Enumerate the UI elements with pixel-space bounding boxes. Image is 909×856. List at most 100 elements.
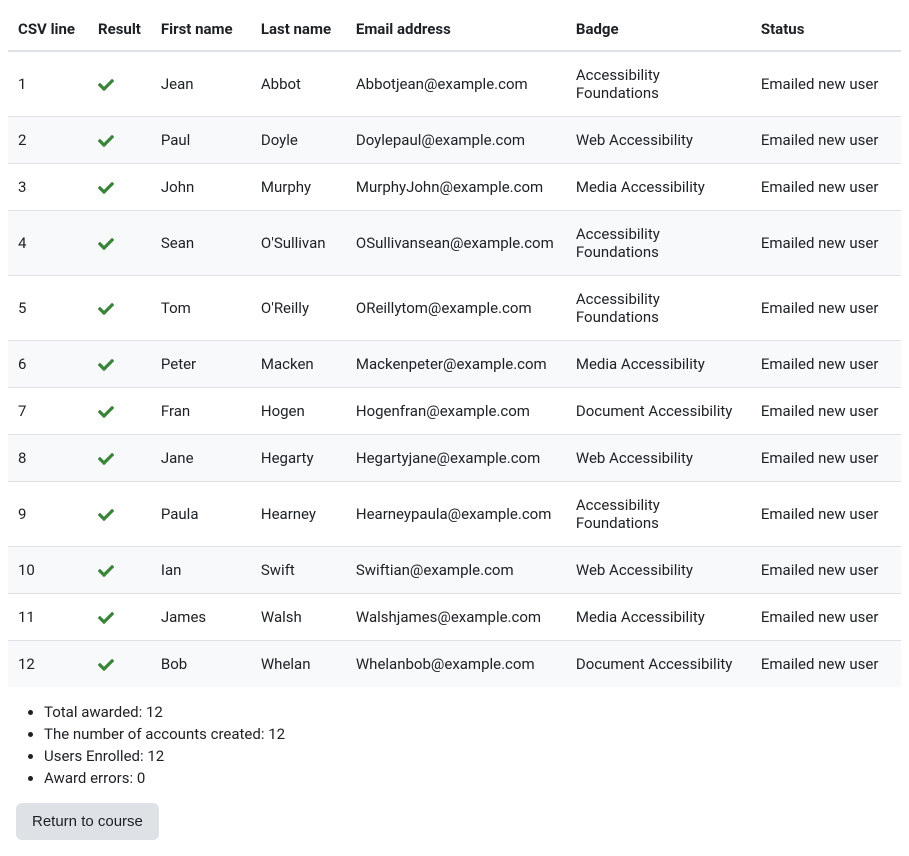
summary-label: Award errors: [44, 769, 137, 787]
cell-first-name: Jane [151, 435, 251, 482]
col-first-name: First name [151, 8, 251, 51]
cell-csv-line: 1 [8, 51, 88, 117]
cell-badge: Web Accessibility [566, 547, 751, 594]
cell-email: Hogenfran@example.com [346, 388, 566, 435]
cell-badge: Document Accessibility [566, 641, 751, 688]
check-icon [98, 77, 114, 93]
cell-result [88, 482, 151, 547]
cell-first-name: Paul [151, 117, 251, 164]
cell-first-name: Fran [151, 388, 251, 435]
table-row: 8 JaneHegartyHegartyjane@example.comWeb A… [8, 435, 901, 482]
table-row: 9 PaulaHearneyHearneypaula@example.comAcc… [8, 482, 901, 547]
check-icon [98, 301, 114, 317]
cell-email: Hegartyjane@example.com [346, 435, 566, 482]
cell-badge: Accessibility Foundations [566, 482, 751, 547]
cell-csv-line: 9 [8, 482, 88, 547]
cell-first-name: Jean [151, 51, 251, 117]
cell-status: Emailed new user [751, 594, 901, 641]
cell-last-name: Hegarty [251, 435, 346, 482]
cell-last-name: Abbot [251, 51, 346, 117]
cell-badge: Accessibility Foundations [566, 211, 751, 276]
cell-csv-line: 8 [8, 435, 88, 482]
table-row: 12 BobWhelanWhelanbob@example.comDocument… [8, 641, 901, 688]
cell-result [88, 547, 151, 594]
check-icon [98, 180, 114, 196]
cell-status: Emailed new user [751, 276, 901, 341]
cell-status: Emailed new user [751, 547, 901, 594]
check-icon [98, 404, 114, 420]
summary-label: Users Enrolled: [44, 747, 147, 765]
cell-status: Emailed new user [751, 388, 901, 435]
cell-first-name: Sean [151, 211, 251, 276]
table-row: 5TomO'ReillyOReillytom@example.comAccess… [8, 276, 901, 341]
cell-email: Abbotjean@example.com [346, 51, 566, 117]
summary-total-awarded: Total awarded: 12 [44, 703, 901, 721]
return-to-course-button[interactable]: Return to course [16, 803, 159, 840]
cell-last-name: Swift [251, 547, 346, 594]
cell-csv-line: 6 [8, 341, 88, 388]
check-icon [98, 507, 114, 523]
cell-status: Emailed new user [751, 341, 901, 388]
cell-email: Doylepaul@example.com [346, 117, 566, 164]
cell-result [88, 164, 151, 211]
cell-csv-line: 12 [8, 641, 88, 688]
summary-label: The number of accounts created: [44, 725, 268, 743]
cell-last-name: Macken [251, 341, 346, 388]
col-badge: Badge [566, 8, 751, 51]
cell-badge: Accessibility Foundations [566, 276, 751, 341]
cell-first-name: James [151, 594, 251, 641]
cell-result [88, 435, 151, 482]
check-icon [98, 357, 114, 373]
cell-result [88, 388, 151, 435]
table-row: 1JeanAbbotAbbotjean@example.comAccessibi… [8, 51, 901, 117]
check-icon [98, 451, 114, 467]
cell-badge: Media Accessibility [566, 594, 751, 641]
cell-last-name: Doyle [251, 117, 346, 164]
cell-email: Hearneypaula@example.com [346, 482, 566, 547]
cell-first-name: Paula [151, 482, 251, 547]
summary-value: 0 [137, 769, 145, 787]
cell-csv-line: 3 [8, 164, 88, 211]
cell-result [88, 276, 151, 341]
table-row: 7FranHogenHogenfran@example.comDocument … [8, 388, 901, 435]
cell-result [88, 51, 151, 117]
cell-badge: Media Accessibility [566, 164, 751, 211]
cell-csv-line: 5 [8, 276, 88, 341]
cell-result [88, 211, 151, 276]
cell-email: Mackenpeter@example.com [346, 341, 566, 388]
cell-badge: Web Accessibility [566, 435, 751, 482]
summary-list: Total awarded: 12 The number of accounts… [44, 703, 901, 787]
cell-last-name: Hearney [251, 482, 346, 547]
summary-value: 12 [147, 747, 164, 765]
cell-badge: Web Accessibility [566, 117, 751, 164]
cell-first-name: Bob [151, 641, 251, 688]
cell-badge: Media Accessibility [566, 341, 751, 388]
cell-first-name: Ian [151, 547, 251, 594]
summary-value: 12 [146, 703, 163, 721]
summary-label: Total awarded: [44, 703, 146, 721]
cell-result [88, 641, 151, 688]
cell-csv-line: 10 [8, 547, 88, 594]
cell-status: Emailed new user [751, 435, 901, 482]
check-icon [98, 657, 114, 673]
cell-email: OSullivansean@example.com [346, 211, 566, 276]
summary-users-enrolled: Users Enrolled: 12 [44, 747, 901, 765]
cell-last-name: O'Sullivan [251, 211, 346, 276]
cell-email: MurphyJohn@example.com [346, 164, 566, 211]
table-row: 11JamesWalshWalshjames@example.comMedia … [8, 594, 901, 641]
cell-result [88, 117, 151, 164]
cell-email: Swiftian@example.com [346, 547, 566, 594]
summary-award-errors: Award errors: 0 [44, 769, 901, 787]
results-table: CSV line Result First name Last name Ema… [8, 8, 901, 687]
cell-email: Walshjames@example.com [346, 594, 566, 641]
cell-badge: Document Accessibility [566, 388, 751, 435]
table-row: 6 PeterMackenMackenpeter@example.comMedia… [8, 341, 901, 388]
check-icon [98, 610, 114, 626]
cell-last-name: O'Reilly [251, 276, 346, 341]
cell-last-name: Whelan [251, 641, 346, 688]
cell-email: Whelanbob@example.com [346, 641, 566, 688]
cell-first-name: Peter [151, 341, 251, 388]
cell-csv-line: 11 [8, 594, 88, 641]
col-last-name: Last name [251, 8, 346, 51]
cell-status: Emailed new user [751, 482, 901, 547]
